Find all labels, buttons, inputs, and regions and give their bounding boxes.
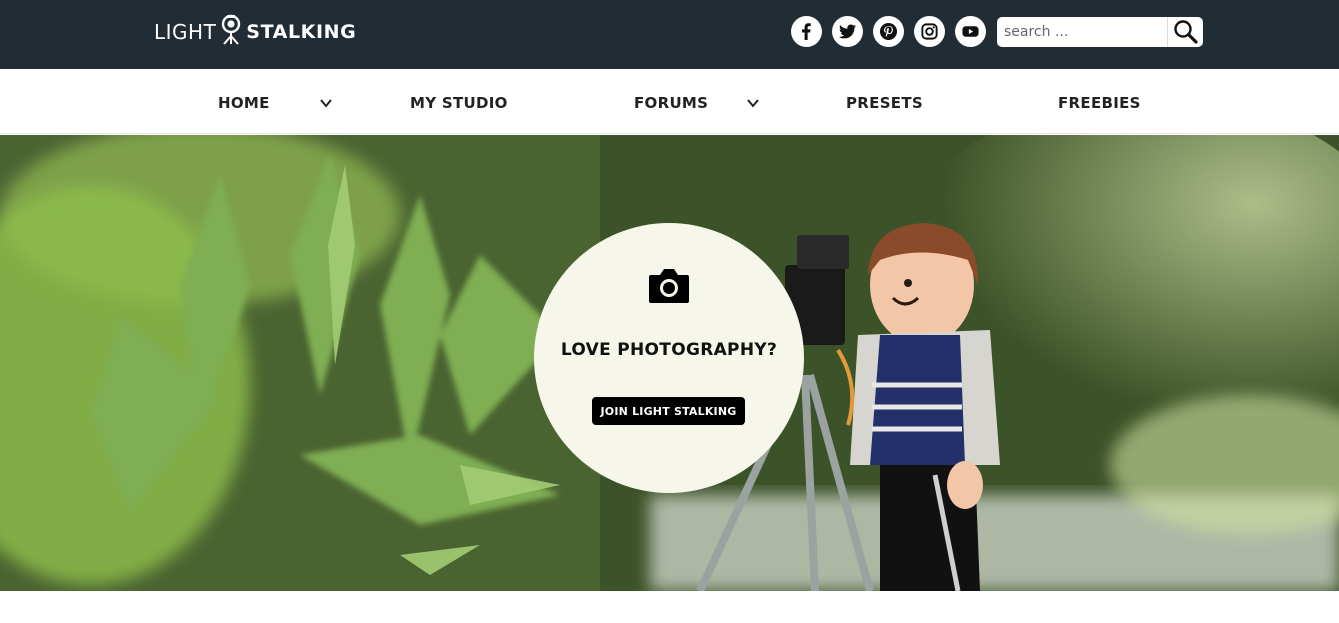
nav-presets[interactable]: PRESETS bbox=[846, 93, 923, 113]
cta-circle: LOVE PHOTOGRAPHY? JOIN LIGHT STALKING bbox=[534, 223, 804, 493]
top-header: LIGHT STALKING bbox=[0, 0, 1339, 69]
logo-text-stalking: STALKING bbox=[246, 21, 357, 43]
nav-freebies[interactable]: FREEBIES bbox=[1058, 93, 1141, 113]
twitter-icon bbox=[838, 24, 857, 39]
chevron-down-icon[interactable] bbox=[746, 96, 760, 110]
pinterest-link[interactable] bbox=[873, 16, 904, 47]
main-nav: HOME MY STUDIO FORUMS PRESETS FREEBIES bbox=[0, 69, 1339, 134]
search-box bbox=[997, 17, 1203, 47]
social-links bbox=[791, 16, 986, 47]
search-input[interactable] bbox=[997, 18, 1167, 46]
nav-my-studio[interactable]: MY STUDIO bbox=[410, 93, 508, 113]
nav-forums[interactable]: FORUMS bbox=[634, 93, 708, 113]
instagram-link[interactable] bbox=[914, 16, 945, 47]
facebook-icon bbox=[802, 23, 811, 41]
instagram-icon bbox=[921, 23, 938, 40]
site-logo[interactable]: LIGHT STALKING bbox=[154, 14, 357, 48]
camera-icon bbox=[649, 269, 689, 303]
youtube-link[interactable] bbox=[955, 16, 986, 47]
search-icon bbox=[1173, 20, 1198, 44]
nav-home[interactable]: HOME bbox=[218, 93, 270, 113]
hero-banner: LOVE PHOTOGRAPHY? JOIN LIGHT STALKING bbox=[0, 135, 1339, 591]
pinterest-icon bbox=[879, 22, 898, 41]
youtube-icon bbox=[962, 26, 979, 37]
hero-title: LOVE PHOTOGRAPHY? bbox=[560, 340, 778, 360]
logo-camera-icon bbox=[222, 14, 241, 45]
search-button[interactable] bbox=[1167, 17, 1203, 47]
logo-text-light: LIGHT bbox=[154, 20, 217, 44]
join-button[interactable]: JOIN LIGHT STALKING bbox=[592, 397, 745, 425]
twitter-link[interactable] bbox=[832, 16, 863, 47]
chevron-down-icon[interactable] bbox=[319, 96, 333, 110]
facebook-link[interactable] bbox=[791, 16, 822, 47]
